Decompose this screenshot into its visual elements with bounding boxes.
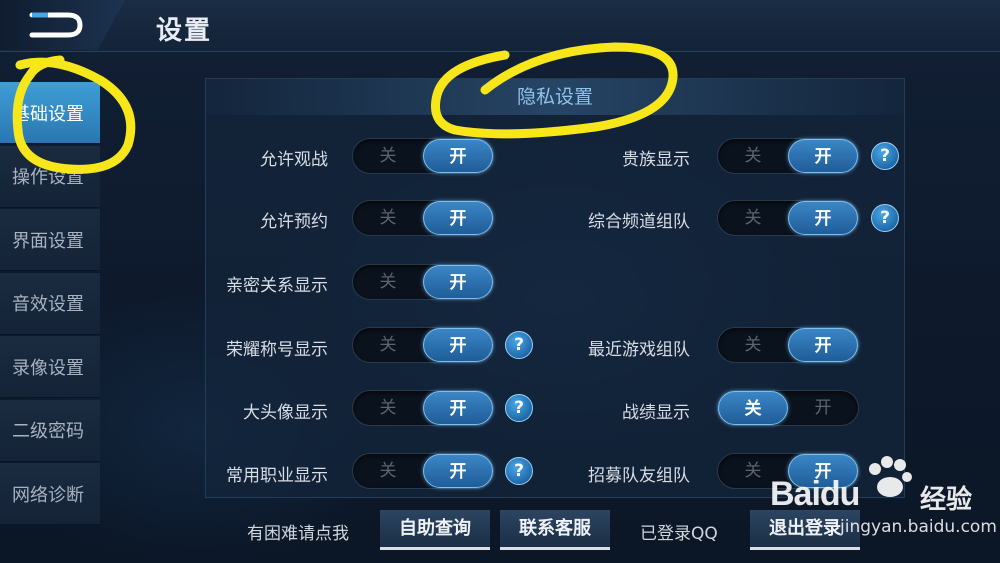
toggle-on-option[interactable]: 开 [423,391,493,425]
sidebar-item-label: 音效设置 [12,294,84,315]
sidebar-item-interface[interactable]: 界面设置 [0,209,100,271]
sidebar-item-label: 二级密码 [12,421,84,442]
sidebar: 基础设置 操作设置 界面设置 音效设置 录像设置 二级密码 网络诊断 [0,82,100,527]
back-button[interactable] [0,0,125,50]
help-icon[interactable]: ? [871,204,899,232]
toggle-on-option[interactable]: 开 [788,391,858,425]
watermark-suffix: 经验 [920,485,973,515]
sidebar-item-label: 录像设置 [12,357,84,379]
setting-label: 贵族显示 [622,150,690,170]
setting-label: 最近游戏组队 [588,340,690,360]
toggle-off-option[interactable]: 关 [353,328,423,362]
setting-label: 荣耀称号显示 [226,340,328,360]
watermark-url: jingyan.baidu.com [840,517,997,537]
paw-icon [869,456,912,497]
toggle-on-option[interactable]: 开 [423,454,493,488]
setting-label: 允许观战 [260,150,328,170]
sidebar-item-controls[interactable]: 操作设置 [0,145,100,208]
toggle-off-option[interactable]: 关 [353,139,423,173]
toggle-off-option[interactable]: 关 [353,265,423,299]
sidebar-item-label: 界面设置 [12,230,84,252]
setting-label: 常用职业显示 [226,466,328,486]
sidebar-item-label: 基础设置 [12,103,84,125]
setting-label: 大头像显示 [243,403,328,423]
sidebar-item-replay[interactable]: 录像设置 [0,336,100,398]
login-status-text: 已登录QQ [640,524,718,544]
toggle-recent-game-team[interactable]: 关 开 [717,327,859,363]
toggle-on-option[interactable]: 开 [788,201,858,235]
toggle-on-option[interactable]: 开 [423,201,493,235]
sidebar-item-sound[interactable]: 音效设置 [0,272,100,335]
help-prompt-text: 有困难请点我 [247,524,349,544]
toggle-on-option[interactable]: 开 [423,328,493,362]
toggle-on-option[interactable]: 开 [423,265,493,299]
toggle-common-role-display[interactable]: 关 开 [352,453,494,489]
toggle-off-option[interactable]: 关 [353,391,423,425]
setting-label: 允许预约 [260,212,328,232]
toggle-allow-spectate[interactable]: 关 开 [352,138,494,174]
toggle-honor-title-display[interactable]: 关 开 [352,327,494,363]
toggle-allow-reservation[interactable]: 关 开 [352,200,494,236]
back-arrow-icon [29,12,83,38]
toggle-noble-display[interactable]: 关 开 [717,138,859,174]
toggle-off-option[interactable]: 关 [718,139,788,173]
toggle-off-option[interactable]: 关 [353,201,423,235]
toggle-on-option[interactable]: 开 [788,139,858,173]
baidu-watermark: Baidu 经验 jingyan.baidu.com [770,455,997,545]
toggle-general-channel-team[interactable]: 关 开 [717,200,859,236]
self-service-button[interactable]: 自助查询 [380,510,490,550]
toggle-big-avatar-display[interactable]: 关 开 [352,390,494,426]
toggle-on-option[interactable]: 开 [788,328,858,362]
setting-label: 亲密关系显示 [226,276,328,296]
setting-label: 综合频道组队 [588,212,690,232]
toggle-off-option[interactable]: 关 [718,201,788,235]
page-title: 设置 [156,16,213,46]
toggle-off-option[interactable]: 关 [718,391,788,425]
top-bar: 设置 [0,0,1000,52]
toggle-off-option[interactable]: 关 [718,328,788,362]
sidebar-item-label: 操作设置 [12,167,84,188]
toggle-on-option[interactable]: 开 [423,139,493,173]
sidebar-item-basic[interactable]: 基础设置 [0,82,100,144]
panel-title: 隐私设置 [206,79,904,115]
sidebar-item-label: 网络诊断 [12,484,84,506]
setting-label: 战绩显示 [622,403,690,423]
setting-label: 招募队友组队 [588,466,690,486]
sidebar-item-secondary-password[interactable]: 二级密码 [0,399,100,462]
toggle-intimacy-display[interactable]: 关 开 [352,264,494,300]
toggle-record-display[interactable]: 关 开 [717,390,859,426]
toggle-off-option[interactable]: 关 [353,454,423,488]
watermark-brand: Baidu [770,475,860,513]
help-icon[interactable]: ? [871,142,899,170]
sidebar-item-network-diagnosis[interactable]: 网络诊断 [0,463,100,525]
contact-support-button[interactable]: 联系客服 [500,510,610,550]
